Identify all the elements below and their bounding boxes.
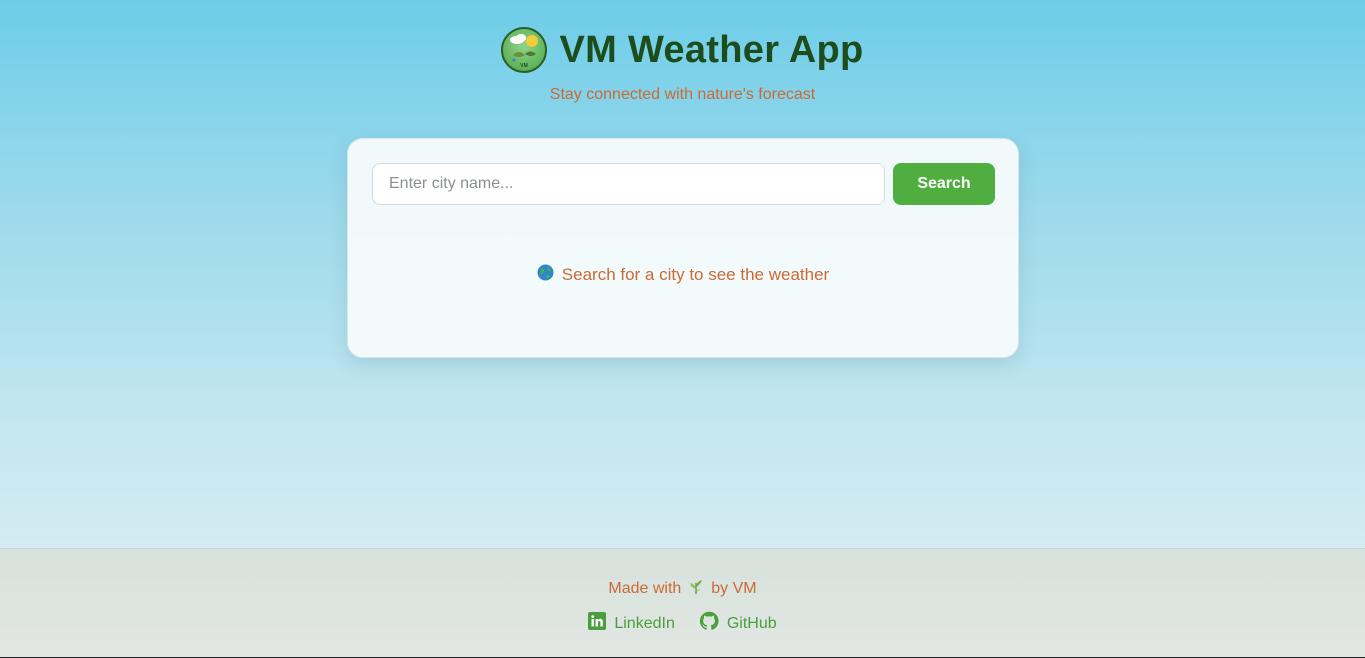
empty-state-message: Search for a city to see the weather	[348, 264, 1018, 286]
linkedin-link[interactable]: LinkedIn	[588, 611, 675, 636]
linkedin-link-label: LinkedIn	[614, 614, 675, 632]
weather-logo-icon: VM	[501, 27, 548, 73]
footer-links: LinkedIn GitHub	[0, 611, 1365, 636]
title-row: VM VM Weather App	[0, 26, 1365, 74]
empty-state-text: Search for a city to see the weather	[561, 265, 830, 284]
made-with-prefix: Made with	[608, 579, 682, 597]
svg-text:VM: VM	[521, 63, 529, 69]
search-card: Search Search for a city to see the weat…	[347, 138, 1019, 358]
page-subtitle: Stay connected with nature's forecast	[549, 86, 816, 103]
app-header: VM VM Weather App Stay connected with na…	[0, 26, 1365, 104]
github-link-label: GitHub	[726, 614, 777, 632]
linkedin-icon	[588, 612, 607, 635]
search-button[interactable]: Search	[893, 163, 995, 205]
github-icon	[699, 611, 719, 636]
globe-icon	[537, 264, 554, 286]
herb-icon	[688, 577, 704, 600]
city-search-input[interactable]	[372, 163, 885, 205]
page-footer: Made with by VM LinkedIn GitHub	[0, 548, 1365, 658]
made-with-suffix: by VM	[711, 579, 757, 597]
github-link[interactable]: GitHub	[699, 611, 777, 636]
page-title: VM Weather App	[559, 28, 864, 71]
made-with-credit: Made with by VM	[0, 577, 1365, 600]
